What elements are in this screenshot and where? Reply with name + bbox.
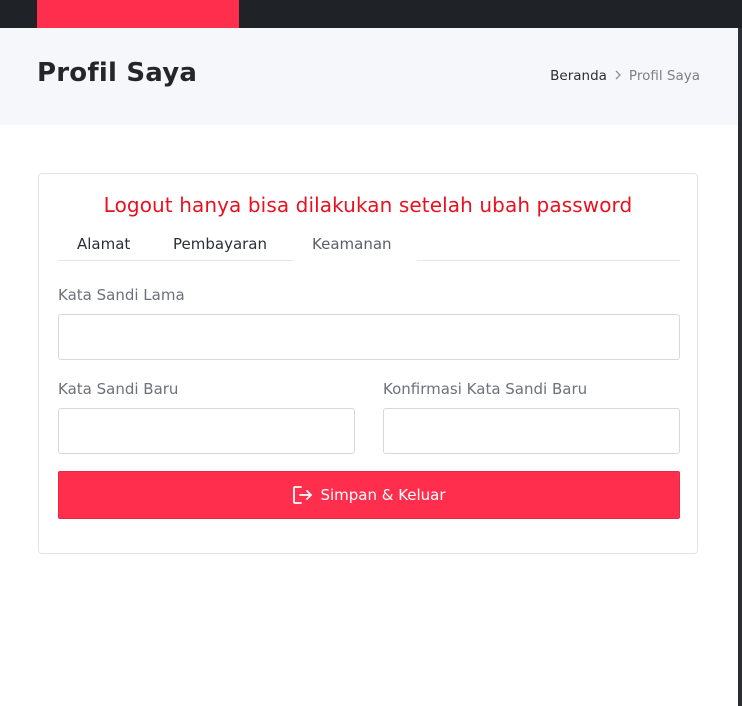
tab-alamat[interactable]: Alamat xyxy=(77,235,130,253)
security-card: Logout hanya bisa dilakukan setelah ubah… xyxy=(38,173,698,554)
tab-keamanan[interactable]: Keamanan xyxy=(312,235,392,253)
page-header: Profil Saya Beranda Profil Saya xyxy=(0,28,738,125)
confirm-password-label: Konfirmasi Kata Sandi Baru xyxy=(383,380,588,398)
confirm-password-input[interactable] xyxy=(383,408,680,454)
breadcrumb-home-link[interactable]: Beranda xyxy=(550,68,607,84)
breadcrumb: Beranda Profil Saya xyxy=(550,68,700,84)
page-title: Profil Saya xyxy=(37,58,198,88)
old-password-input[interactable] xyxy=(58,314,680,360)
topbar-accent-block xyxy=(37,0,239,28)
logout-icon xyxy=(292,485,314,505)
new-password-label: Kata Sandi Baru xyxy=(58,380,179,398)
tab-pembayaran[interactable]: Pembayaran xyxy=(173,235,267,253)
chevron-right-icon xyxy=(614,69,622,84)
old-password-label: Kata Sandi Lama xyxy=(58,286,185,304)
window-edge xyxy=(738,28,742,706)
profile-tabs: Alamat Pembayaran Keamanan xyxy=(58,230,680,261)
save-and-logout-button[interactable]: Simpan & Keluar xyxy=(58,471,680,519)
breadcrumb-current: Profil Saya xyxy=(628,68,700,84)
logout-warning: Logout hanya bisa dilakukan setelah ubah… xyxy=(103,193,633,217)
top-bar xyxy=(0,0,742,28)
new-password-input[interactable] xyxy=(58,408,355,454)
save-and-logout-label: Simpan & Keluar xyxy=(320,486,446,504)
